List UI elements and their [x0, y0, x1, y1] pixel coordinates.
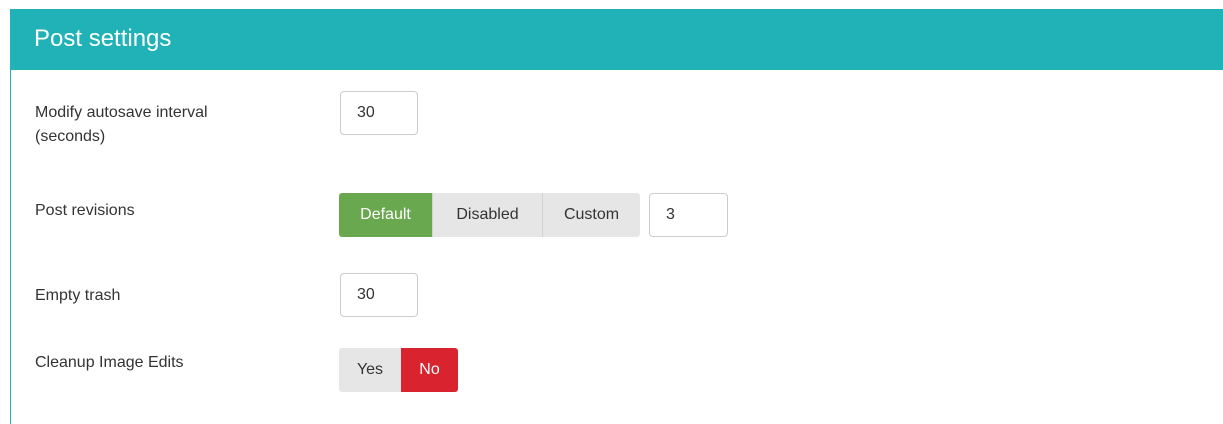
- revisions-custom-button[interactable]: Custom: [542, 193, 640, 237]
- revisions-default-button[interactable]: Default: [339, 193, 432, 237]
- autosave-interval-input[interactable]: [340, 91, 418, 135]
- cleanup-image-edits-label: Cleanup Image Edits: [35, 354, 184, 371]
- post-revisions-label: Post revisions: [35, 202, 135, 219]
- revisions-custom-input[interactable]: [649, 193, 728, 237]
- empty-trash-label: Empty trash: [35, 287, 121, 304]
- revisions-disabled-button[interactable]: Disabled: [432, 193, 542, 237]
- post-revisions-button-group: Default Disabled Custom: [339, 193, 640, 237]
- autosave-interval-label-line1: Modify autosave interval: [35, 104, 208, 121]
- cleanup-image-edits-toggle: Yes No: [339, 348, 458, 392]
- autosave-interval-label-line2: (seconds): [35, 128, 106, 145]
- panel-header: Post settings: [10, 9, 1223, 70]
- autosave-interval-label: Modify autosave interval (seconds): [35, 101, 208, 149]
- image-edits-yes-button[interactable]: Yes: [339, 348, 401, 392]
- empty-trash-input[interactable]: [340, 273, 418, 317]
- panel-title: Post settings: [34, 25, 172, 52]
- post-settings-panel: Post settings Modify autosave interval (…: [10, 9, 1223, 424]
- image-edits-no-button[interactable]: No: [401, 348, 458, 392]
